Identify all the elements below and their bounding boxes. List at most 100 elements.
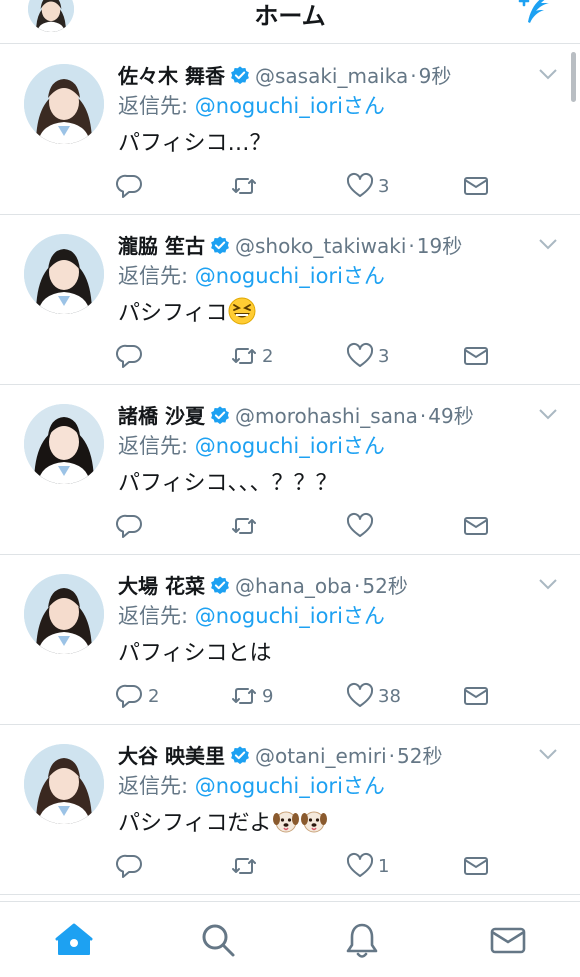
reply-icon	[116, 174, 142, 198]
like-count: 3	[378, 175, 390, 197]
heart-icon	[346, 682, 374, 707]
display-name[interactable]: 大場 花菜	[118, 574, 205, 598]
direct-message-button[interactable]	[462, 679, 490, 713]
reply-to-link[interactable]: @noguchi_ioriさん	[195, 264, 385, 288]
display-name[interactable]: 佐々木 舞香	[118, 64, 225, 88]
retweet-button[interactable]	[230, 849, 262, 883]
tab-notifications[interactable]	[342, 920, 382, 960]
tweet[interactable]: 瀧脇 笙古 @shoko_takiwaki · 19秒 返信先: @noguchi_i…	[0, 215, 580, 385]
retweet-icon	[232, 518, 256, 534]
reply-button[interactable]	[116, 169, 148, 203]
avatar[interactable]	[24, 404, 104, 484]
reply-to-link[interactable]: @noguchi_ioriさん	[195, 774, 385, 798]
top-bar: ホーム	[0, 0, 580, 44]
chevron-down-icon[interactable]	[538, 67, 558, 81]
reply-button[interactable]	[116, 509, 148, 543]
direct-message-button[interactable]	[462, 509, 490, 543]
display-name[interactable]: 瀧脇 笙古	[118, 234, 205, 258]
verified-badge-icon	[231, 66, 249, 85]
tweet-text: パシフィコ	[118, 297, 256, 331]
timestamp: 9秒	[418, 64, 452, 88]
display-name[interactable]: 諸橋 沙夏	[118, 404, 205, 428]
direct-message-button[interactable]	[462, 169, 490, 203]
retweet-button[interactable]: 2	[230, 339, 273, 373]
reply-button[interactable]	[116, 339, 148, 373]
reply-to-link[interactable]: @noguchi_ioriさん	[195, 434, 385, 458]
tweet[interactable]: 大谷 映美里 @otani_emiri · 52秒 返信先: @noguchi_ior…	[0, 725, 580, 895]
tweet-header: 諸橋 沙夏 @morohashi_sana · 49秒	[118, 401, 532, 431]
page-title: ホーム	[254, 2, 326, 30]
avatar[interactable]	[24, 574, 104, 654]
reply-prefix: 返信先:	[118, 264, 195, 288]
reply-button[interactable]	[116, 849, 148, 883]
display-name[interactable]: 大谷 映美里	[118, 744, 225, 768]
separator-dot: ·	[408, 234, 415, 258]
separator-dot: ·	[410, 64, 417, 88]
avatar-photo	[24, 404, 104, 484]
like-button[interactable]: 38	[346, 679, 401, 713]
like-button[interactable]: 3	[346, 339, 389, 373]
chevron-down-icon[interactable]	[538, 237, 558, 251]
envelope-icon	[464, 177, 488, 195]
heart-icon	[346, 512, 374, 537]
tweet-actions: 3	[0, 169, 580, 203]
timestamp: 19秒	[416, 234, 463, 258]
user-handle: @shoko_takiwaki	[234, 234, 407, 258]
like-button[interactable]: 1	[346, 849, 389, 883]
separator-dot: ·	[419, 404, 427, 428]
grinning-squint-emoji	[228, 297, 256, 325]
separator-dot: ·	[388, 744, 396, 768]
search-icon	[202, 924, 235, 957]
retweet-count: 2	[262, 345, 274, 367]
tweet[interactable]: 諸橋 沙夏 @morohashi_sana · 49秒 返信先: @noguchi_i…	[0, 385, 580, 555]
tab-search[interactable]	[198, 920, 238, 960]
retweet-button[interactable]: 9	[230, 679, 273, 713]
dog-face-emoji	[272, 811, 299, 833]
verified-badge-icon	[211, 236, 229, 255]
home-icon	[55, 923, 93, 955]
retweet-button[interactable]	[230, 169, 262, 203]
retweet-count: 9	[262, 685, 274, 707]
tweet-text: パフィシコとは	[118, 641, 272, 666]
reply-prefix: 返信先:	[118, 434, 195, 458]
direct-message-button[interactable]	[462, 849, 490, 883]
heart-icon	[346, 172, 374, 197]
chevron-down-icon[interactable]	[538, 407, 558, 421]
chevron-down-icon[interactable]	[538, 577, 558, 591]
compose-tweet-icon[interactable]	[516, 0, 556, 28]
direct-message-button[interactable]	[462, 339, 490, 373]
avatar-photo	[24, 234, 104, 314]
like-count: 3	[378, 345, 390, 367]
tweet[interactable]: 佐々木 舞香 @sasaki_maika · 9秒 返信先: @noguchi_ior…	[0, 45, 580, 215]
timestamp: 52秒	[362, 574, 408, 598]
reply-to-link[interactable]: @noguchi_ioriさん	[195, 604, 385, 628]
tab-messages[interactable]	[488, 920, 528, 960]
tweet-actions: 1	[0, 849, 580, 883]
tweet[interactable]: 大場 花菜 @hana_oba · 52秒 返信先: @noguchi_ioriさん …	[0, 555, 580, 725]
envelope-icon	[464, 347, 488, 365]
avatar[interactable]	[24, 234, 104, 314]
tweet-text: パフィシコ…？	[118, 131, 272, 156]
reply-button[interactable]: 2	[116, 679, 159, 713]
timestamp: 52秒	[397, 744, 443, 768]
reply-icon	[116, 854, 142, 878]
reply-icon	[116, 514, 142, 538]
reply-context: 返信先: @noguchi_ioriさん	[118, 261, 385, 291]
avatar[interactable]	[24, 64, 104, 144]
envelope-icon	[464, 687, 488, 705]
avatar-photo	[24, 744, 104, 824]
bottom-tab-bar	[0, 901, 580, 977]
envelope-icon	[464, 517, 488, 535]
messages-icon	[490, 927, 526, 954]
dog-face-emoji	[300, 811, 327, 833]
chevron-down-icon[interactable]	[538, 747, 558, 761]
tweet-header: 大谷 映美里 @otani_emiri · 52秒	[118, 741, 532, 771]
reply-to-link[interactable]: @noguchi_ioriさん	[195, 94, 385, 118]
retweet-button[interactable]	[230, 509, 262, 543]
like-button[interactable]: 3	[346, 169, 389, 203]
tab-home[interactable]	[54, 920, 94, 960]
like-button[interactable]	[346, 509, 378, 543]
avatar[interactable]	[24, 744, 104, 824]
retweet-icon	[232, 858, 256, 874]
heart-icon	[346, 852, 374, 877]
